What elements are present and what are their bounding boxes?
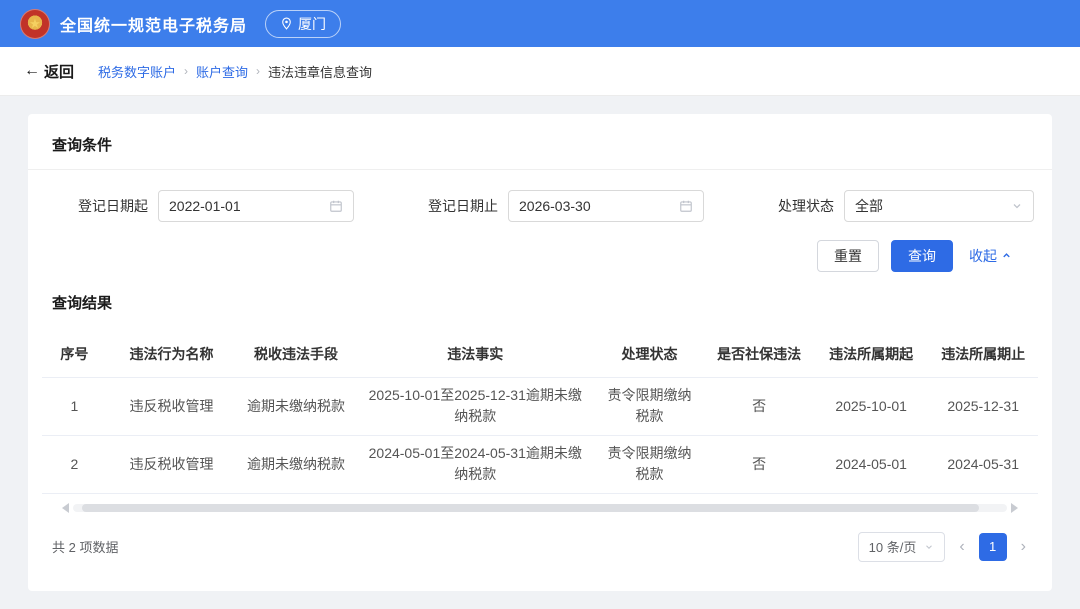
scroll-left-arrow-icon[interactable] [62,502,69,513]
page-size-select[interactable]: 10 条/页 [857,531,946,562]
chevron-down-icon [924,542,934,552]
col-header-handle-status: 处理状态 [594,331,705,378]
breadcrumb-separator: › [256,64,261,78]
table-footer: 共 2 项数据 10 条/页 ‹ 1 › [28,514,1052,562]
collapse-toggle[interactable]: 收起 [969,246,1012,266]
total-count-label: 共 2 项数据 [52,540,119,555]
cell-period-end: 2025-12-31 [928,377,1038,436]
table-row: 1 违反税收管理 逾期未缴纳税款 2025-10-01至2025-12-31逾期… [42,377,1038,436]
collapse-label: 收起 [969,248,997,264]
results-table-wrap: 序号 违法行为名称 税收违法手段 违法事实 处理状态 是否社保违法 违法所属期起… [28,327,1052,514]
pagination: 10 条/页 ‹ 1 › [857,531,1028,562]
cell-violation-name: 违反税收管理 [106,435,237,494]
cell-handle-status: 责令限期缴纳税款 [594,435,705,494]
results-table: 序号 违法行为名称 税收违法手段 违法事实 处理状态 是否社保违法 违法所属期起… [42,331,1038,494]
scrollbar-thumb[interactable] [82,503,979,512]
query-conditions-title: 查询条件 [52,137,113,154]
col-header-index: 序号 [42,331,107,378]
breadcrumb-item-digital-account[interactable]: 税务数字账户 [98,62,176,81]
cell-handle-status: 责令限期缴纳税款 [594,377,705,436]
col-header-violation-means: 税收违法手段 [236,331,356,378]
col-header-violation-fact: 违法事实 [355,331,595,378]
field-register-date-start: 登记日期起 [78,190,354,222]
register-date-start-input[interactable] [158,190,354,222]
cell-period-start: 2025-10-01 [813,377,929,436]
handle-status-select[interactable]: 全部 [844,190,1034,222]
cell-violation-means: 逾期未缴纳税款 [236,377,356,436]
next-page-button[interactable]: › [1019,538,1028,555]
app-header: ★ 全国统一规范电子税务局 厦门 [0,0,1080,47]
table-header-row: 序号 违法行为名称 税收违法手段 违法事实 处理状态 是否社保违法 违法所属期起… [42,331,1038,378]
back-arrow-icon: ← [24,62,40,79]
prev-page-button[interactable]: ‹ [957,538,966,555]
cell-index: 1 [42,377,107,436]
cell-violation-fact: 2024-05-01至2024-05-31逾期未缴纳税款 [355,435,595,494]
tax-bureau-emblem-icon: ★ [20,8,50,39]
breadcrumb-separator: › [184,64,189,78]
location-pin-icon [280,17,293,30]
reset-button[interactable]: 重置 [817,240,879,272]
location-selector[interactable]: 厦门 [265,9,342,38]
horizontal-scrollbar[interactable] [62,502,1018,514]
calendar-icon [679,199,693,213]
back-label: 返回 [44,63,75,81]
handle-status-label: 处理状态 [778,198,834,214]
register-date-start-label: 登记日期起 [78,198,148,214]
location-label: 厦门 [298,15,327,32]
cell-index: 2 [42,435,107,494]
back-button[interactable]: ← 返回 [24,61,74,82]
query-actions: 重置 查询 收起 [28,222,1052,272]
app-title: 全国统一规范电子税务局 [60,17,248,35]
cell-violation-name: 违反税收管理 [106,377,237,436]
cell-period-start: 2024-05-01 [813,435,929,494]
cell-period-end: 2024-05-31 [928,435,1038,494]
register-date-end-label: 登记日期止 [428,198,498,214]
cell-violation-means: 逾期未缴纳税款 [236,435,356,494]
current-page-button[interactable]: 1 [978,532,1007,561]
query-results-title: 查询结果 [52,295,113,312]
breadcrumb-bar: ← 返回 税务数字账户 › 账户查询 › 违法违章信息查询 [0,47,1080,96]
breadcrumb: 税务数字账户 › 账户查询 › 违法违章信息查询 [98,62,372,81]
page-body: 查询条件 登记日期起 登记日期止 [0,96,1080,609]
chevron-up-icon [1001,248,1012,264]
chevron-down-icon [1011,200,1023,212]
field-register-date-end: 登记日期止 [428,190,704,222]
content-card: 查询条件 登记日期起 登记日期止 [28,114,1052,591]
register-date-end-value[interactable] [519,198,679,214]
col-header-period-start: 违法所属期起 [813,331,929,378]
calendar-icon [329,199,343,213]
search-button[interactable]: 查询 [891,240,953,272]
register-date-end-input[interactable] [508,190,704,222]
page-size-value: 10 条/页 [868,540,917,555]
handle-status-value: 全部 [855,198,883,214]
breadcrumb-item-account-query[interactable]: 账户查询 [196,62,248,81]
table-row: 2 违反税收管理 逾期未缴纳税款 2024-05-01至2024-05-31逾期… [42,435,1038,494]
col-header-period-end: 违法所属期止 [928,331,1038,378]
col-header-violation-name: 违法行为名称 [106,331,237,378]
cell-social-security: 否 [704,377,814,436]
register-date-start-value[interactable] [169,198,329,214]
query-form: 登记日期起 登记日期止 处理状态 [28,170,1052,222]
cell-social-security: 否 [704,435,814,494]
scroll-right-arrow-icon[interactable] [1011,502,1018,513]
scrollbar-track[interactable] [73,503,1007,512]
field-handle-status: 处理状态 全部 [778,190,1034,222]
cell-violation-fact: 2025-10-01至2025-12-31逾期未缴纳税款 [355,377,595,436]
breadcrumb-item-current: 违法违章信息查询 [268,64,373,80]
col-header-social-security: 是否社保违法 [704,331,814,378]
